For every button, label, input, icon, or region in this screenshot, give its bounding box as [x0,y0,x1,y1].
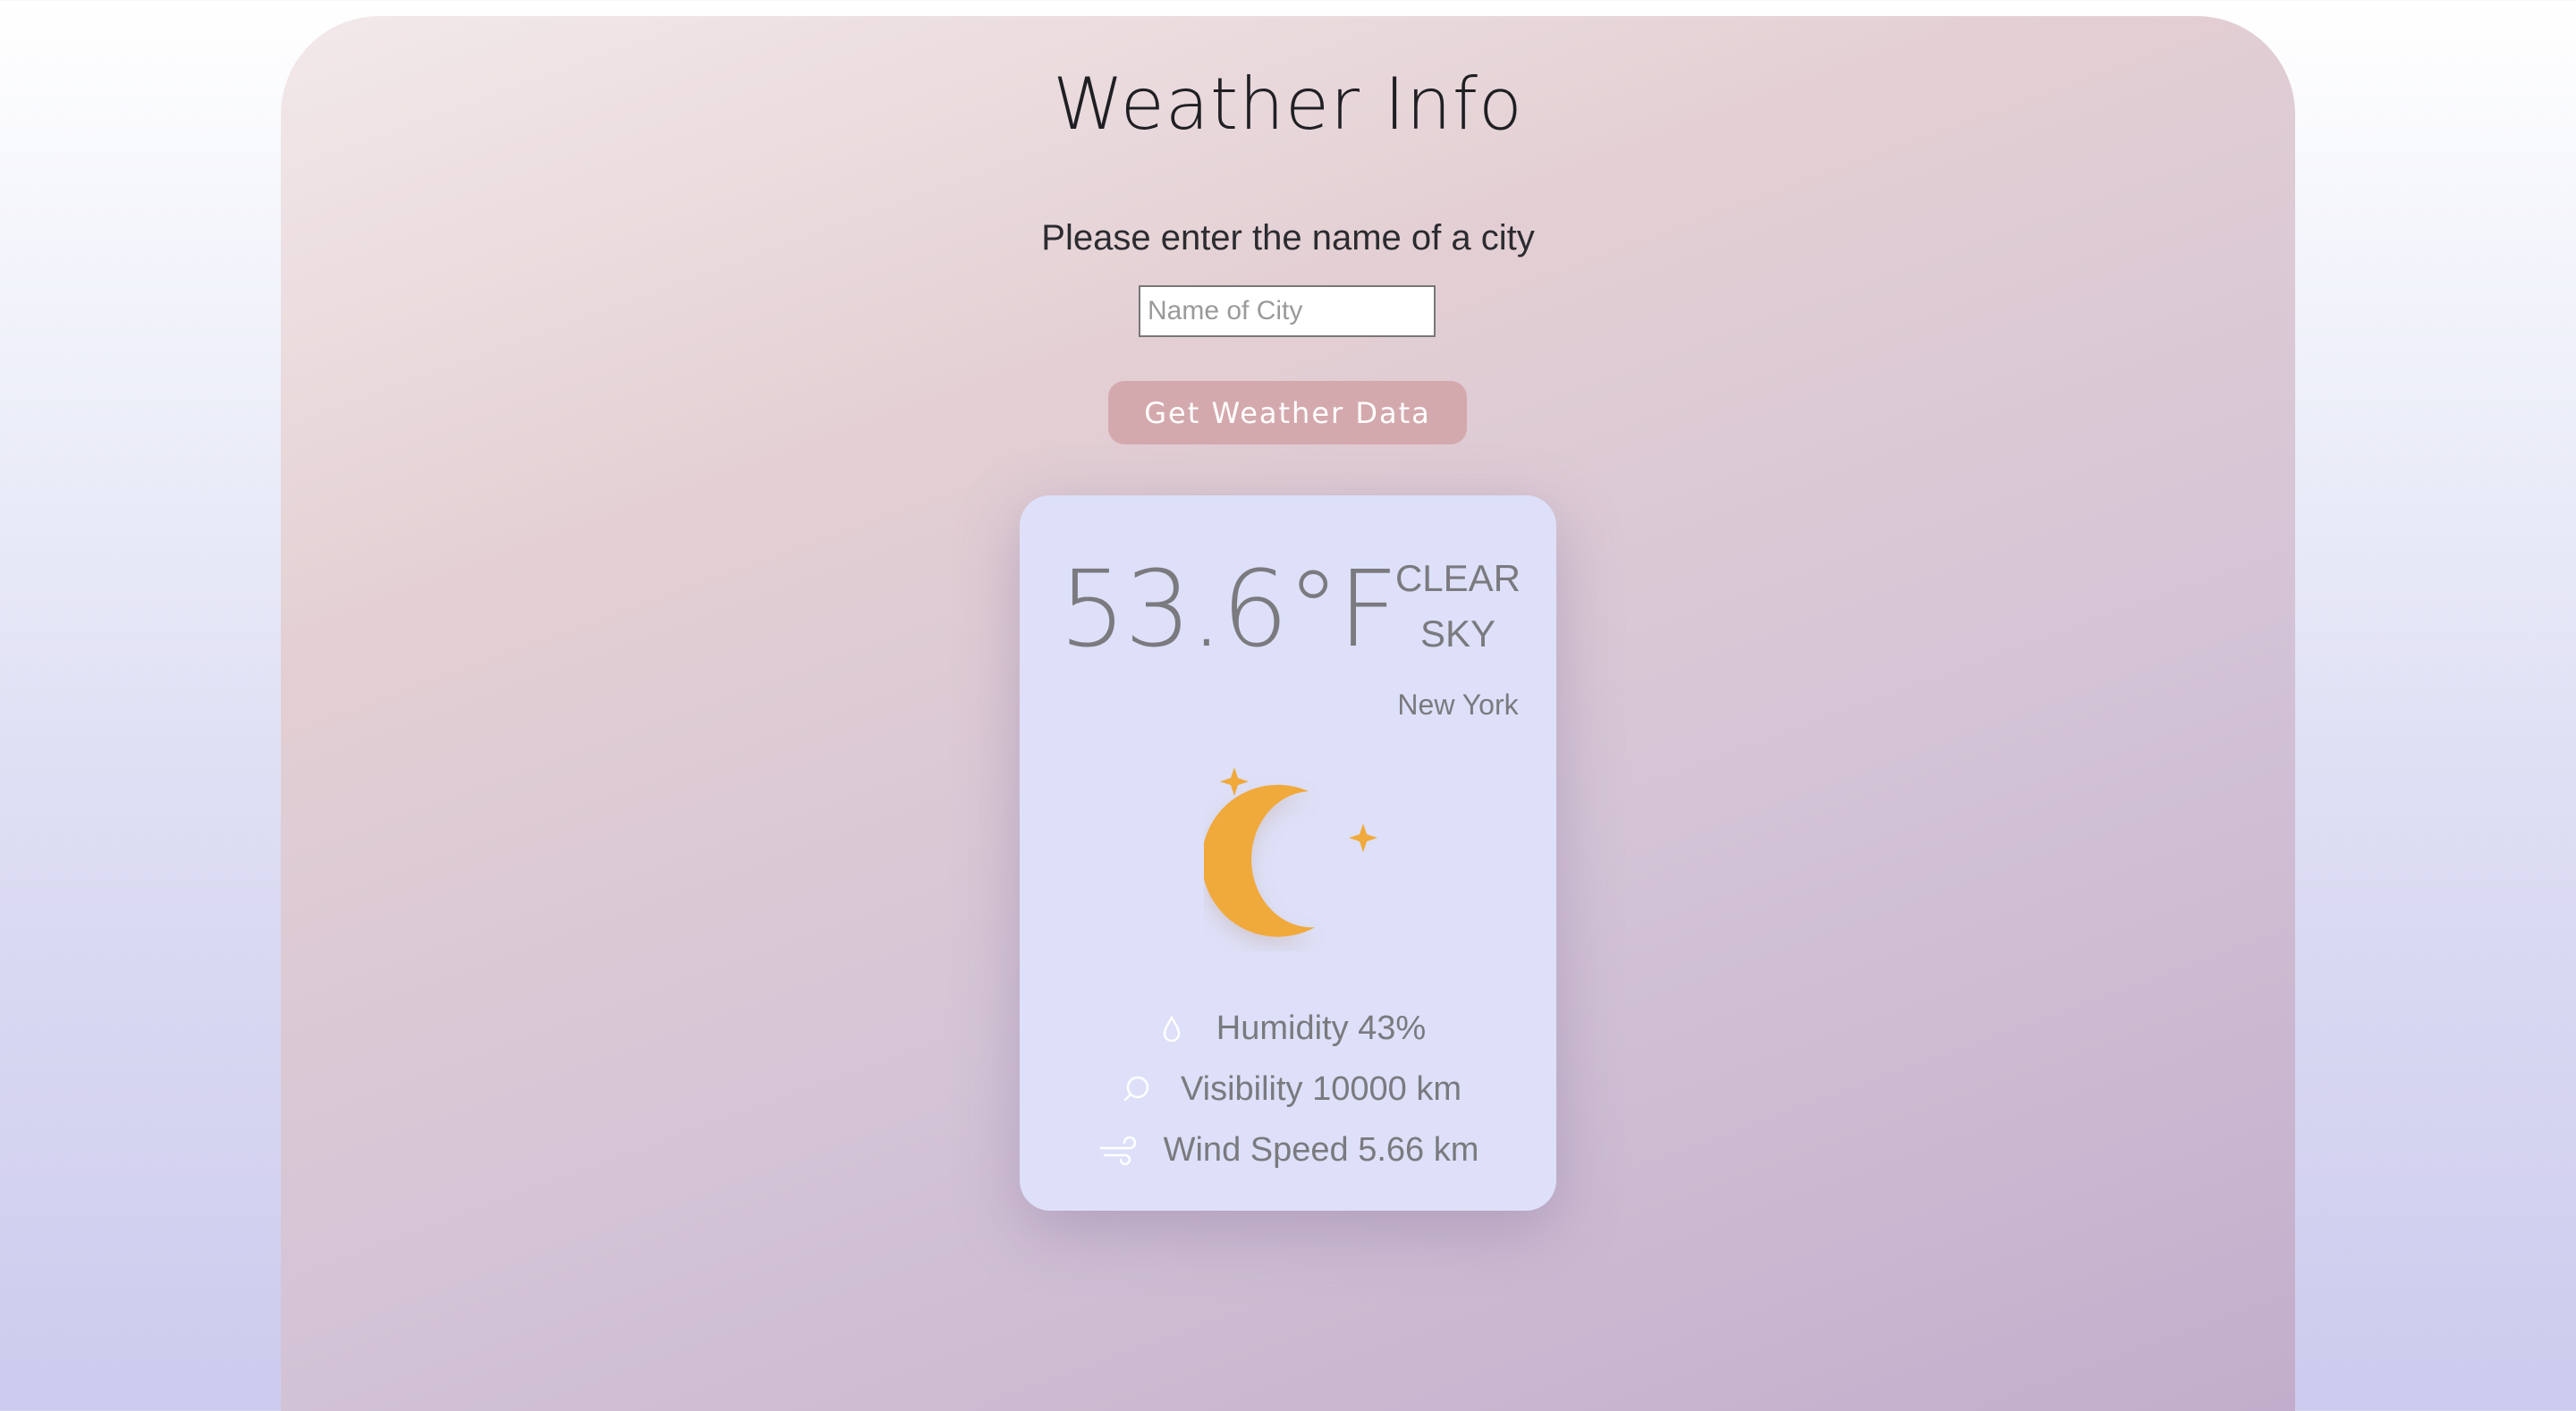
city-name: New York [1397,689,1519,721]
city-prompt: Please enter the name of a city [1041,218,1535,258]
temperature-value: 53.6°F [1059,547,1399,671]
wind-text: Wind Speed 5.66 km [1163,1130,1479,1169]
droplet-icon [1150,1010,1193,1046]
visibility-row: Visibility 10000 km [1020,1062,1556,1116]
weather-condition: CLEAR SKY [1394,557,1521,655]
get-weather-button[interactable]: Get Weather Data [1108,381,1467,444]
weather-card: 53.6°F CLEAR SKY New York Humidity 43% V… [1020,495,1556,1211]
visibility-icon [1114,1071,1157,1107]
wind-icon [1097,1132,1140,1168]
moon-stars-icon [1201,755,1383,951]
wind-row: Wind Speed 5.66 km [1020,1123,1556,1177]
humidity-row: Humidity 43% [1020,1001,1556,1055]
city-search-input[interactable] [1139,285,1436,337]
page-title: Weather Info [1053,63,1523,146]
humidity-text: Humidity 43% [1216,1009,1427,1047]
main-panel: Weather Info Please enter the name of a … [281,16,2295,1411]
visibility-text: Visibility 10000 km [1180,1069,1462,1108]
